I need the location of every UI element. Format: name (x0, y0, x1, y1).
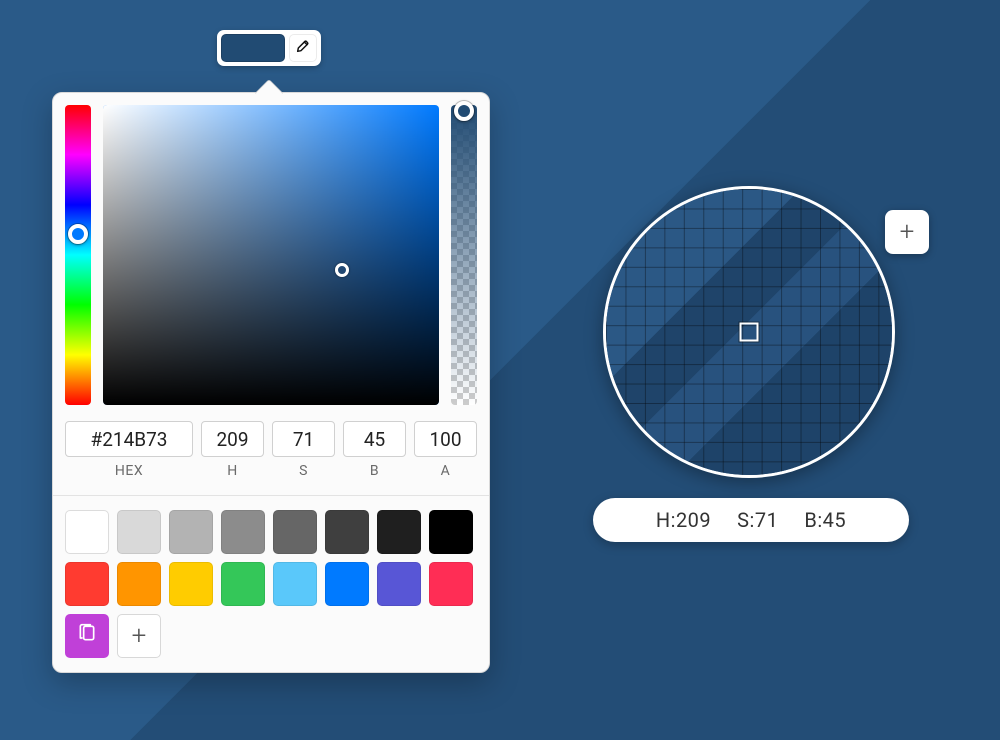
swatch-3[interactable] (221, 510, 265, 554)
swatch-6[interactable] (377, 510, 421, 554)
swatch-15[interactable] (429, 562, 473, 606)
alpha-input[interactable] (414, 421, 477, 457)
hue-slider[interactable] (65, 105, 91, 405)
swatch-8[interactable] (65, 562, 109, 606)
readout-b: B:45 (804, 508, 846, 532)
alpha-slider-thumb[interactable] (454, 101, 474, 121)
hex-label: HEX (115, 463, 143, 479)
color-picker-popover: HEX H S B A + (52, 92, 490, 673)
alpha-label: A (441, 463, 451, 479)
saturation-label: S (299, 463, 308, 479)
alpha-slider[interactable] (451, 105, 477, 405)
hue-slider-thumb[interactable] (68, 224, 88, 244)
loupe-center-pixel (740, 323, 759, 342)
plus-icon: + (132, 621, 147, 651)
swatch-11[interactable] (221, 562, 265, 606)
saturation-brightness-area[interactable] (103, 105, 439, 405)
hue-input[interactable] (201, 421, 264, 457)
brightness-label: B (370, 463, 379, 479)
swatch-12[interactable] (273, 562, 317, 606)
add-swatch-button[interactable]: + (117, 614, 161, 658)
swatch-1[interactable] (117, 510, 161, 554)
swatch-10[interactable] (169, 562, 213, 606)
readout-s: S:71 (737, 508, 778, 532)
swatch-9[interactable] (117, 562, 161, 606)
swatch-7[interactable] (429, 510, 473, 554)
add-sample-button[interactable]: + (885, 210, 929, 254)
swatch-0[interactable] (65, 510, 109, 554)
sv-handle[interactable] (335, 263, 349, 277)
swatch-2[interactable] (169, 510, 213, 554)
copy-color-button[interactable] (65, 614, 109, 658)
eyedropper-icon (295, 38, 311, 58)
color-chip-trigger[interactable] (217, 30, 321, 66)
brightness-input[interactable] (343, 421, 406, 457)
swatch-5[interactable] (325, 510, 369, 554)
loupe-readout-pill: H:209 S:71 B:45 (593, 498, 909, 542)
clipboard-icon (77, 623, 97, 649)
swatch-13[interactable] (325, 562, 369, 606)
divider (53, 495, 489, 496)
preset-swatches: + (65, 510, 477, 658)
magnifier-loupe[interactable] (603, 186, 895, 478)
hex-input[interactable] (65, 421, 193, 457)
current-color-swatch[interactable] (221, 34, 285, 62)
readout-h: H:209 (656, 508, 711, 532)
plus-icon: + (900, 217, 915, 247)
hue-label: H (227, 463, 238, 479)
swatch-4[interactable] (273, 510, 317, 554)
swatch-14[interactable] (377, 562, 421, 606)
popover-arrow (255, 79, 283, 107)
eyedropper-button[interactable] (289, 34, 317, 62)
saturation-input[interactable] (272, 421, 335, 457)
